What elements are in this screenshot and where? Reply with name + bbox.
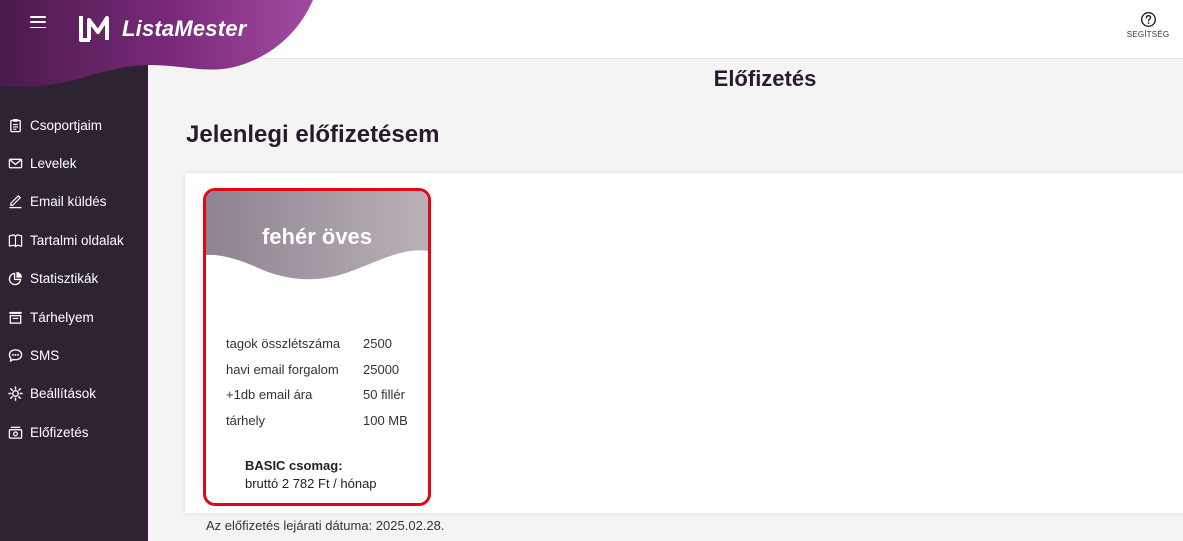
sidebar-item-tartalmi-oldalak[interactable]: Tartalmi oldalak bbox=[0, 221, 148, 259]
sidebar-item-sms[interactable]: SMS bbox=[0, 336, 148, 374]
help-label: SEGÍTSÉG bbox=[1126, 30, 1170, 39]
feature-value: 25000 bbox=[363, 361, 400, 377]
plan-name: fehér öves bbox=[261, 224, 373, 249]
sidebar-item-levelek[interactable]: Levelek bbox=[0, 144, 148, 182]
sidebar-nav: Csoportjaim Levelek Email küldés Tartalm… bbox=[0, 106, 148, 452]
package-name: BASIC csomag: bbox=[245, 458, 343, 473]
subscription-icon bbox=[8, 426, 23, 439]
feature-value: 2500 bbox=[363, 336, 392, 352]
section-title: Jelenlegi előfizetésem bbox=[186, 121, 440, 148]
feature-key: tárhely bbox=[226, 412, 266, 428]
sidebar-item-tarhelyem[interactable]: Tárhelyem bbox=[0, 298, 148, 336]
sidebar-item-label: Tartalmi oldalak bbox=[30, 232, 124, 248]
pencil-icon bbox=[9, 195, 22, 209]
feature-value: 50 fillér bbox=[363, 387, 405, 403]
sidebar-item-label: Előfizetés bbox=[30, 424, 89, 440]
book-icon bbox=[8, 234, 23, 248]
sidebar-item-statisztikak[interactable]: Statisztikák bbox=[0, 260, 148, 298]
feature-key: havi email forgalom bbox=[226, 361, 339, 377]
feature-row: tárhely 100 MB bbox=[226, 408, 408, 434]
package-price: bruttó 2 782 Ft / hónap bbox=[245, 476, 377, 491]
expiry-date-text: Az előfizetés lejárati dátuma: 2025.02.2… bbox=[206, 518, 445, 533]
feature-value: 100 MB bbox=[363, 412, 408, 428]
logo-mark-icon bbox=[79, 16, 109, 42]
feature-row: +1db email ára 50 fillér bbox=[226, 382, 408, 408]
brand-logo[interactable]: ListaMester bbox=[78, 14, 246, 44]
pie-chart-icon bbox=[8, 272, 23, 286]
sidebar-item-csoportjaim[interactable]: Csoportjaim bbox=[0, 106, 148, 144]
feature-key: +1db email ára bbox=[226, 387, 313, 403]
subscription-card: fehér öves tagok összlétszáma 2500 havi … bbox=[203, 188, 431, 506]
feature-row: tagok összlétszáma 2500 bbox=[226, 331, 408, 357]
sidebar-item-label: Email küldés bbox=[30, 194, 107, 210]
gear-icon bbox=[8, 386, 23, 402]
envelope-icon bbox=[8, 158, 23, 169]
sidebar: Csoportjaim Levelek Email küldés Tartalm… bbox=[0, 59, 148, 541]
sidebar-item-label: Beállítások bbox=[30, 386, 97, 402]
sidebar-item-label: Csoportjaim bbox=[30, 117, 103, 133]
sidebar-item-label: SMS bbox=[30, 348, 60, 364]
question-circle-icon bbox=[1140, 12, 1156, 27]
chat-bubble-icon bbox=[8, 349, 23, 362]
sidebar-item-label: Levelek bbox=[30, 156, 77, 172]
sidebar-item-label: Statisztikák bbox=[30, 271, 99, 287]
feature-row: havi email forgalom 25000 bbox=[226, 357, 408, 383]
feature-key: tagok összlétszáma bbox=[226, 336, 341, 352]
brand-name: ListaMester bbox=[122, 16, 247, 41]
hamburger-icon bbox=[30, 16, 46, 18]
clipboard-icon bbox=[10, 118, 21, 132]
menu-toggle-button[interactable] bbox=[28, 14, 48, 30]
sidebar-item-elofizetes[interactable]: Előfizetés bbox=[0, 413, 148, 451]
sidebar-item-beallitasok[interactable]: Beállítások bbox=[0, 375, 148, 413]
help-button[interactable]: SEGÍTSÉG bbox=[1125, 11, 1171, 39]
storage-icon bbox=[9, 311, 22, 324]
plan-features: tagok összlétszáma 2500 havi email forga… bbox=[226, 331, 408, 433]
sidebar-item-label: Tárhelyem bbox=[30, 309, 94, 325]
sidebar-item-email-kuldes[interactable]: Email küldés bbox=[0, 183, 148, 221]
package-info: BASIC csomag: bruttó 2 782 Ft / hónap bbox=[245, 457, 377, 493]
